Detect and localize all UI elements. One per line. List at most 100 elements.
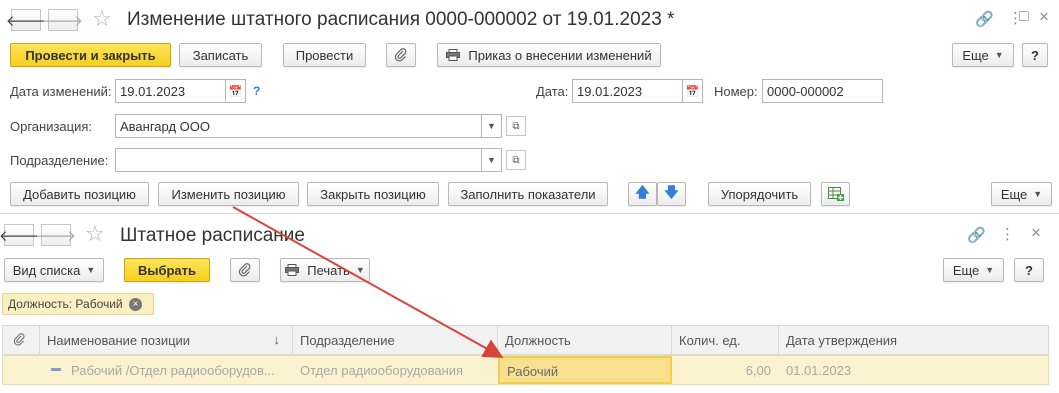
print-label: Печать <box>307 262 350 278</box>
doc-close-icon[interactable]: × <box>1039 7 1049 27</box>
print-button[interactable]: Печать ▼ <box>280 258 370 282</box>
select-button[interactable]: Выбрать <box>124 258 210 282</box>
column-header-name-label: Наименование позиции <box>47 333 191 348</box>
list-title: Штатное расписание <box>120 225 305 246</box>
list-favorite-star-icon[interactable]: ☆ <box>85 221 105 247</box>
row-marker-icon <box>51 368 61 371</box>
move-down-button[interactable]: 🡇 <box>657 182 686 206</box>
date-label: Дата: <box>536 84 569 99</box>
doc-forward-button[interactable]: 🡒 <box>43 9 83 31</box>
clear-filter-icon[interactable]: × <box>128 298 142 311</box>
doc-more-label: Еще <box>962 47 989 63</box>
list-link-icon[interactable]: 🔗 <box>967 226 986 244</box>
change-position-button[interactable]: Изменить позицию <box>158 182 299 206</box>
actions-more-label: Еще <box>1000 186 1028 202</box>
column-header-department[interactable]: Подразделение <box>293 326 498 354</box>
list-back-button[interactable]: 🡐 <box>0 224 39 246</box>
doc-back-button[interactable]: 🡐 <box>6 9 46 31</box>
column-header-position[interactable]: Должность <box>498 326 672 354</box>
date-field[interactable]: 19.01.2023 <box>572 79 683 103</box>
attach-button[interactable] <box>386 43 416 67</box>
arrow-up-icon: 🡅 <box>635 184 650 200</box>
doc-maximize-icon[interactable]: □ <box>1019 8 1029 26</box>
printer-icon <box>446 49 461 61</box>
table-header: Наименование позиции ↓ Подразделение Дол… <box>2 325 1049 355</box>
view-list-label: Вид списка <box>12 262 81 278</box>
cell-position[interactable]: Рабочий <box>498 356 672 384</box>
sort-down-icon: ↓ <box>273 332 281 347</box>
date-calendar-button[interactable]: 📅 <box>683 79 703 103</box>
chevron-down-icon: ▼ <box>86 265 96 275</box>
doc-help-button[interactable]: ? <box>1022 43 1048 67</box>
fill-indicators-button[interactable]: Заполнить показатели <box>448 182 608 206</box>
change-order-button[interactable]: Приказ о внесении изменений <box>437 43 661 67</box>
list-menu-icon[interactable]: ⋮ <box>1000 225 1015 243</box>
cell-approval-date[interactable]: 01.01.2023 <box>779 356 1049 384</box>
column-header-quantity[interactable]: Колич. ед. <box>672 326 779 354</box>
arrow-down-icon: 🡇 <box>664 184 679 200</box>
cell-name[interactable]: Рабочий /Отдел радиооборудов... <box>65 356 291 384</box>
table-add-icon <box>827 187 844 201</box>
filter-chip-label: Должность: Рабочий <box>8 297 123 311</box>
list-forward-button[interactable]: 🡒 <box>36 224 76 246</box>
attachments-column-header[interactable] <box>3 326 40 354</box>
organization-dropdown-button[interactable]: ▼ <box>482 114 502 138</box>
organization-open-button[interactable]: ⧉ <box>506 116 526 136</box>
arrow-right-icon: 🡒 <box>35 227 77 245</box>
view-list-button[interactable]: Вид списка ▼ <box>4 258 104 282</box>
chevron-down-icon: ▼ <box>487 121 496 131</box>
doc-more-button[interactable]: Еще ▼ <box>952 43 1014 67</box>
table-settings-button[interactable] <box>821 182 850 206</box>
chevron-down-icon: ▼ <box>487 155 496 165</box>
list-more-button[interactable]: Еще ▼ <box>943 258 1004 282</box>
arrow-left-icon: 🡐 <box>5 12 47 30</box>
department-open-button[interactable]: ⧉ <box>506 150 526 170</box>
actions-more-button[interactable]: Еще ▼ <box>991 182 1052 206</box>
move-up-button[interactable]: 🡅 <box>628 182 657 206</box>
chevron-down-icon: ▼ <box>1033 189 1043 199</box>
post-button[interactable]: Провести <box>283 43 366 67</box>
chevron-down-icon: ▼ <box>985 265 995 275</box>
list-more-label: Еще <box>952 262 980 278</box>
open-window-icon: ⧉ <box>512 154 520 166</box>
calendar-icon: 📅 <box>685 85 700 98</box>
organization-field[interactable]: Авангард ООО <box>115 114 482 138</box>
cell-department[interactable]: Отдел радиооборудования <box>293 356 498 384</box>
table-row[interactable]: Рабочий /Отдел радиооборудов... Отдел ра… <box>2 355 1049 385</box>
number-label: Номер: <box>714 84 758 99</box>
change-date-field[interactable]: 19.01.2023 <box>115 79 226 103</box>
window-divider <box>0 213 1059 214</box>
doc-link-icon[interactable]: 🔗 <box>975 10 994 28</box>
change-order-label: Приказ о внесении изменений <box>468 47 652 63</box>
help-question-icon[interactable]: ? <box>253 84 260 98</box>
column-header-name[interactable]: Наименование позиции ↓ <box>40 326 293 354</box>
department-dropdown-button[interactable]: ▼ <box>482 148 502 172</box>
chevron-down-icon: ▼ <box>994 50 1004 60</box>
number-field[interactable]: 0000-000002 <box>762 79 883 103</box>
doc-title: Изменение штатного расписания 0000-00000… <box>127 9 675 30</box>
list-close-icon[interactable]: × <box>1031 223 1041 243</box>
paperclip-icon <box>238 263 251 277</box>
doc-favorite-star-icon[interactable]: ☆ <box>92 6 112 32</box>
list-help-button[interactable]: ? <box>1014 258 1044 282</box>
sort-button[interactable]: Упорядочить <box>708 182 811 206</box>
cell-quantity[interactable]: 6,00 <box>672 356 779 384</box>
calendar-icon: 📅 <box>228 85 243 98</box>
save-button[interactable]: Записать <box>179 43 262 67</box>
chevron-down-icon: ▼ <box>355 265 365 275</box>
open-window-icon: ⧉ <box>512 120 520 132</box>
change-date-calendar-button[interactable]: 📅 <box>226 79 246 103</box>
filter-chip[interactable]: Должность: Рабочий × <box>2 293 154 315</box>
list-attach-button[interactable] <box>230 258 260 282</box>
paperclip-icon <box>13 333 25 346</box>
close-position-button[interactable]: Закрыть позицию <box>307 182 439 206</box>
department-field[interactable] <box>115 148 482 172</box>
column-header-approval-date[interactable]: Дата утверждения <box>779 326 1049 354</box>
arrow-right-icon: 🡒 <box>42 12 84 30</box>
department-label: Подразделение: <box>10 153 109 168</box>
paperclip-icon <box>394 48 407 62</box>
add-position-button[interactable]: Добавить позицию <box>10 182 149 206</box>
change-date-label: Дата изменений: <box>10 84 112 99</box>
post-and-close-button[interactable]: Провести и закрыть <box>10 43 171 67</box>
printer-icon <box>285 264 300 276</box>
